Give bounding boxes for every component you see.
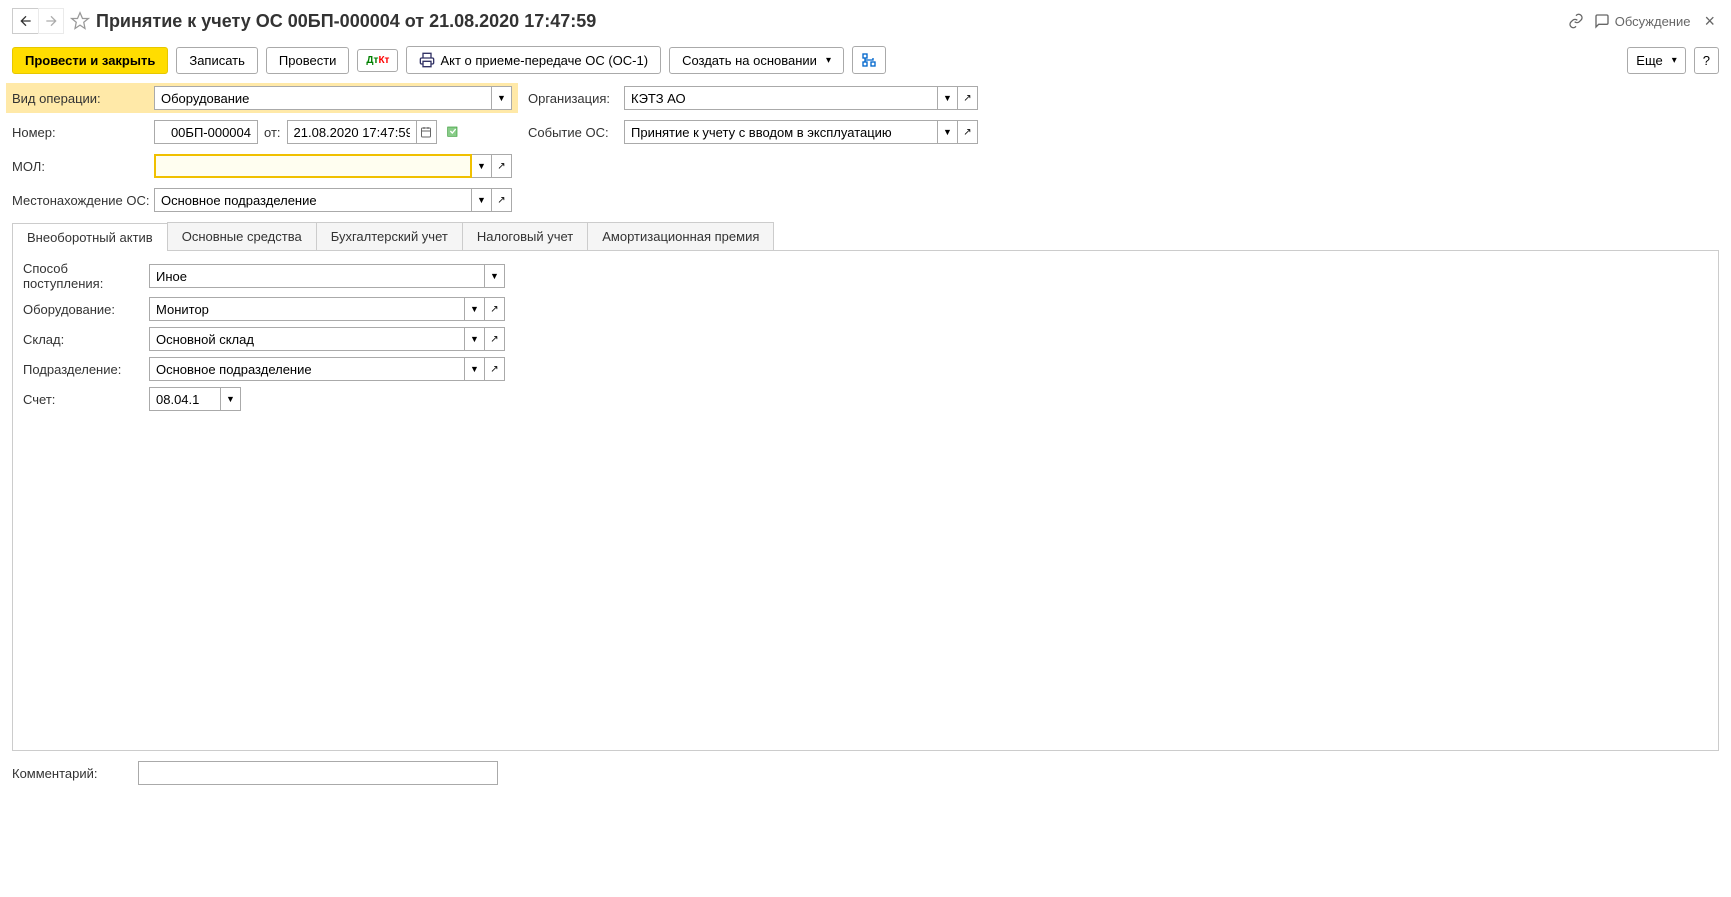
mol-input[interactable] [154, 154, 472, 178]
favorite-star-icon[interactable] [70, 11, 90, 31]
tab-accounting[interactable]: Бухгалтерский учет [316, 222, 463, 250]
org-dropdown[interactable]: ▼ [938, 86, 958, 110]
header-bar: Принятие к учету ОС 00БП-000004 от 21.08… [12, 8, 1719, 34]
form-header-grid: Вид операции: ▼ Организация: ▼ ↗ Номер: … [12, 86, 1719, 212]
department-row: Подразделение: ▼ ↗ [23, 357, 1708, 381]
location-row: Местонахождение ОС: ▼ ↗ [12, 188, 512, 212]
print-act-label: Акт о приеме-передаче ОС (ОС-1) [440, 53, 648, 68]
receipt-mode-row: Способ поступления: ▼ [23, 261, 1708, 291]
mol-dropdown[interactable]: ▼ [472, 154, 492, 178]
location-dropdown[interactable]: ▼ [472, 188, 492, 212]
op-type-input[interactable] [154, 86, 492, 110]
calendar-icon [420, 126, 432, 138]
equipment-dropdown[interactable]: ▼ [465, 297, 485, 321]
department-input[interactable] [149, 357, 465, 381]
hierarchy-icon [861, 52, 877, 68]
structure-button[interactable] [852, 46, 886, 74]
chat-icon [1594, 13, 1610, 29]
receipt-mode-input[interactable] [149, 264, 485, 288]
org-row: Организация: ▼ ↗ [528, 86, 978, 110]
link-button[interactable] [1568, 13, 1584, 29]
equipment-label: Оборудование: [23, 302, 149, 317]
arrow-right-icon [43, 13, 59, 29]
toolbar: Провести и закрыть Записать Провести ДтК… [12, 46, 1719, 74]
discussion-label: Обсуждение [1615, 14, 1691, 29]
warehouse-input[interactable] [149, 327, 465, 351]
department-open[interactable]: ↗ [485, 357, 505, 381]
tabs-bar: Внеоборотный актив Основные средства Бух… [12, 222, 1719, 251]
date-input[interactable] [287, 120, 417, 144]
op-type-row: Вид операции: ▼ [6, 83, 518, 113]
tab-fixed-assets[interactable]: Основные средства [167, 222, 317, 250]
location-open[interactable]: ↗ [492, 188, 512, 212]
receipt-mode-label: Способ поступления: [23, 261, 149, 291]
save-button[interactable]: Записать [176, 47, 258, 74]
printer-icon [419, 52, 435, 68]
mol-open[interactable]: ↗ [492, 154, 512, 178]
department-label: Подразделение: [23, 362, 149, 377]
help-button[interactable]: ? [1694, 47, 1719, 74]
tab-non-current-asset[interactable]: Внеоборотный актив [12, 223, 168, 251]
equipment-input[interactable] [149, 297, 465, 321]
mol-label: МОЛ: [12, 159, 154, 174]
forward-button[interactable] [38, 8, 64, 34]
op-type-label: Вид операции: [12, 91, 154, 106]
account-row: Счет: ▼ [23, 387, 1708, 411]
equipment-row: Оборудование: ▼ ↗ [23, 297, 1708, 321]
department-dropdown[interactable]: ▼ [465, 357, 485, 381]
post-close-button[interactable]: Провести и закрыть [12, 47, 168, 74]
comment-row: Комментарий: [12, 761, 1719, 785]
warehouse-row: Склад: ▼ ↗ [23, 327, 1708, 351]
org-label: Организация: [528, 91, 624, 106]
receipt-mode-dropdown[interactable]: ▼ [485, 264, 505, 288]
header-actions: Обсуждение × [1568, 11, 1719, 32]
location-label: Местонахождение ОС: [12, 193, 154, 208]
discussion-button[interactable]: Обсуждение [1594, 13, 1691, 29]
close-button[interactable]: × [1700, 11, 1719, 32]
warehouse-open[interactable]: ↗ [485, 327, 505, 351]
number-input[interactable] [154, 120, 258, 144]
number-row: Номер: от: [12, 120, 512, 144]
account-input[interactable] [149, 387, 221, 411]
arrow-left-icon [18, 13, 34, 29]
account-dropdown[interactable]: ▼ [221, 387, 241, 411]
org-open[interactable]: ↗ [958, 86, 978, 110]
link-icon [1568, 13, 1584, 29]
warehouse-label: Склад: [23, 332, 149, 347]
comment-input[interactable] [138, 761, 498, 785]
back-button[interactable] [12, 8, 38, 34]
op-type-dropdown[interactable]: ▼ [492, 86, 512, 110]
comment-label: Комментарий: [12, 766, 138, 781]
more-button[interactable]: Еще [1627, 47, 1685, 74]
number-label: Номер: [12, 125, 154, 140]
create-based-button[interactable]: Создать на основании [669, 47, 844, 74]
posted-status-icon [445, 123, 461, 139]
dt-kt-icon: ДтКт [366, 55, 389, 66]
from-label: от: [264, 125, 281, 140]
account-label: Счет: [23, 392, 149, 407]
post-button[interactable]: Провести [266, 47, 350, 74]
page-title: Принятие к учету ОС 00БП-000004 от 21.08… [96, 11, 1568, 32]
location-input[interactable] [154, 188, 472, 212]
event-dropdown[interactable]: ▼ [938, 120, 958, 144]
status-icon-wrapper [445, 123, 461, 142]
tab-content: Способ поступления: ▼ Оборудование: ▼ ↗ … [12, 251, 1719, 751]
dt-kt-button[interactable]: ДтКт [357, 49, 398, 72]
tab-depreciation-bonus[interactable]: Амортизационная премия [587, 222, 774, 250]
event-label: Событие ОС: [528, 125, 624, 140]
event-open[interactable]: ↗ [958, 120, 978, 144]
equipment-open[interactable]: ↗ [485, 297, 505, 321]
calendar-button[interactable] [417, 120, 437, 144]
event-row: Событие ОС: ▼ ↗ [528, 120, 978, 144]
event-input[interactable] [624, 120, 938, 144]
print-act-button[interactable]: Акт о приеме-передаче ОС (ОС-1) [406, 46, 661, 74]
tab-tax-accounting[interactable]: Налоговый учет [462, 222, 588, 250]
mol-row: МОЛ: ▼ ↗ [12, 154, 512, 178]
org-input[interactable] [624, 86, 938, 110]
warehouse-dropdown[interactable]: ▼ [465, 327, 485, 351]
